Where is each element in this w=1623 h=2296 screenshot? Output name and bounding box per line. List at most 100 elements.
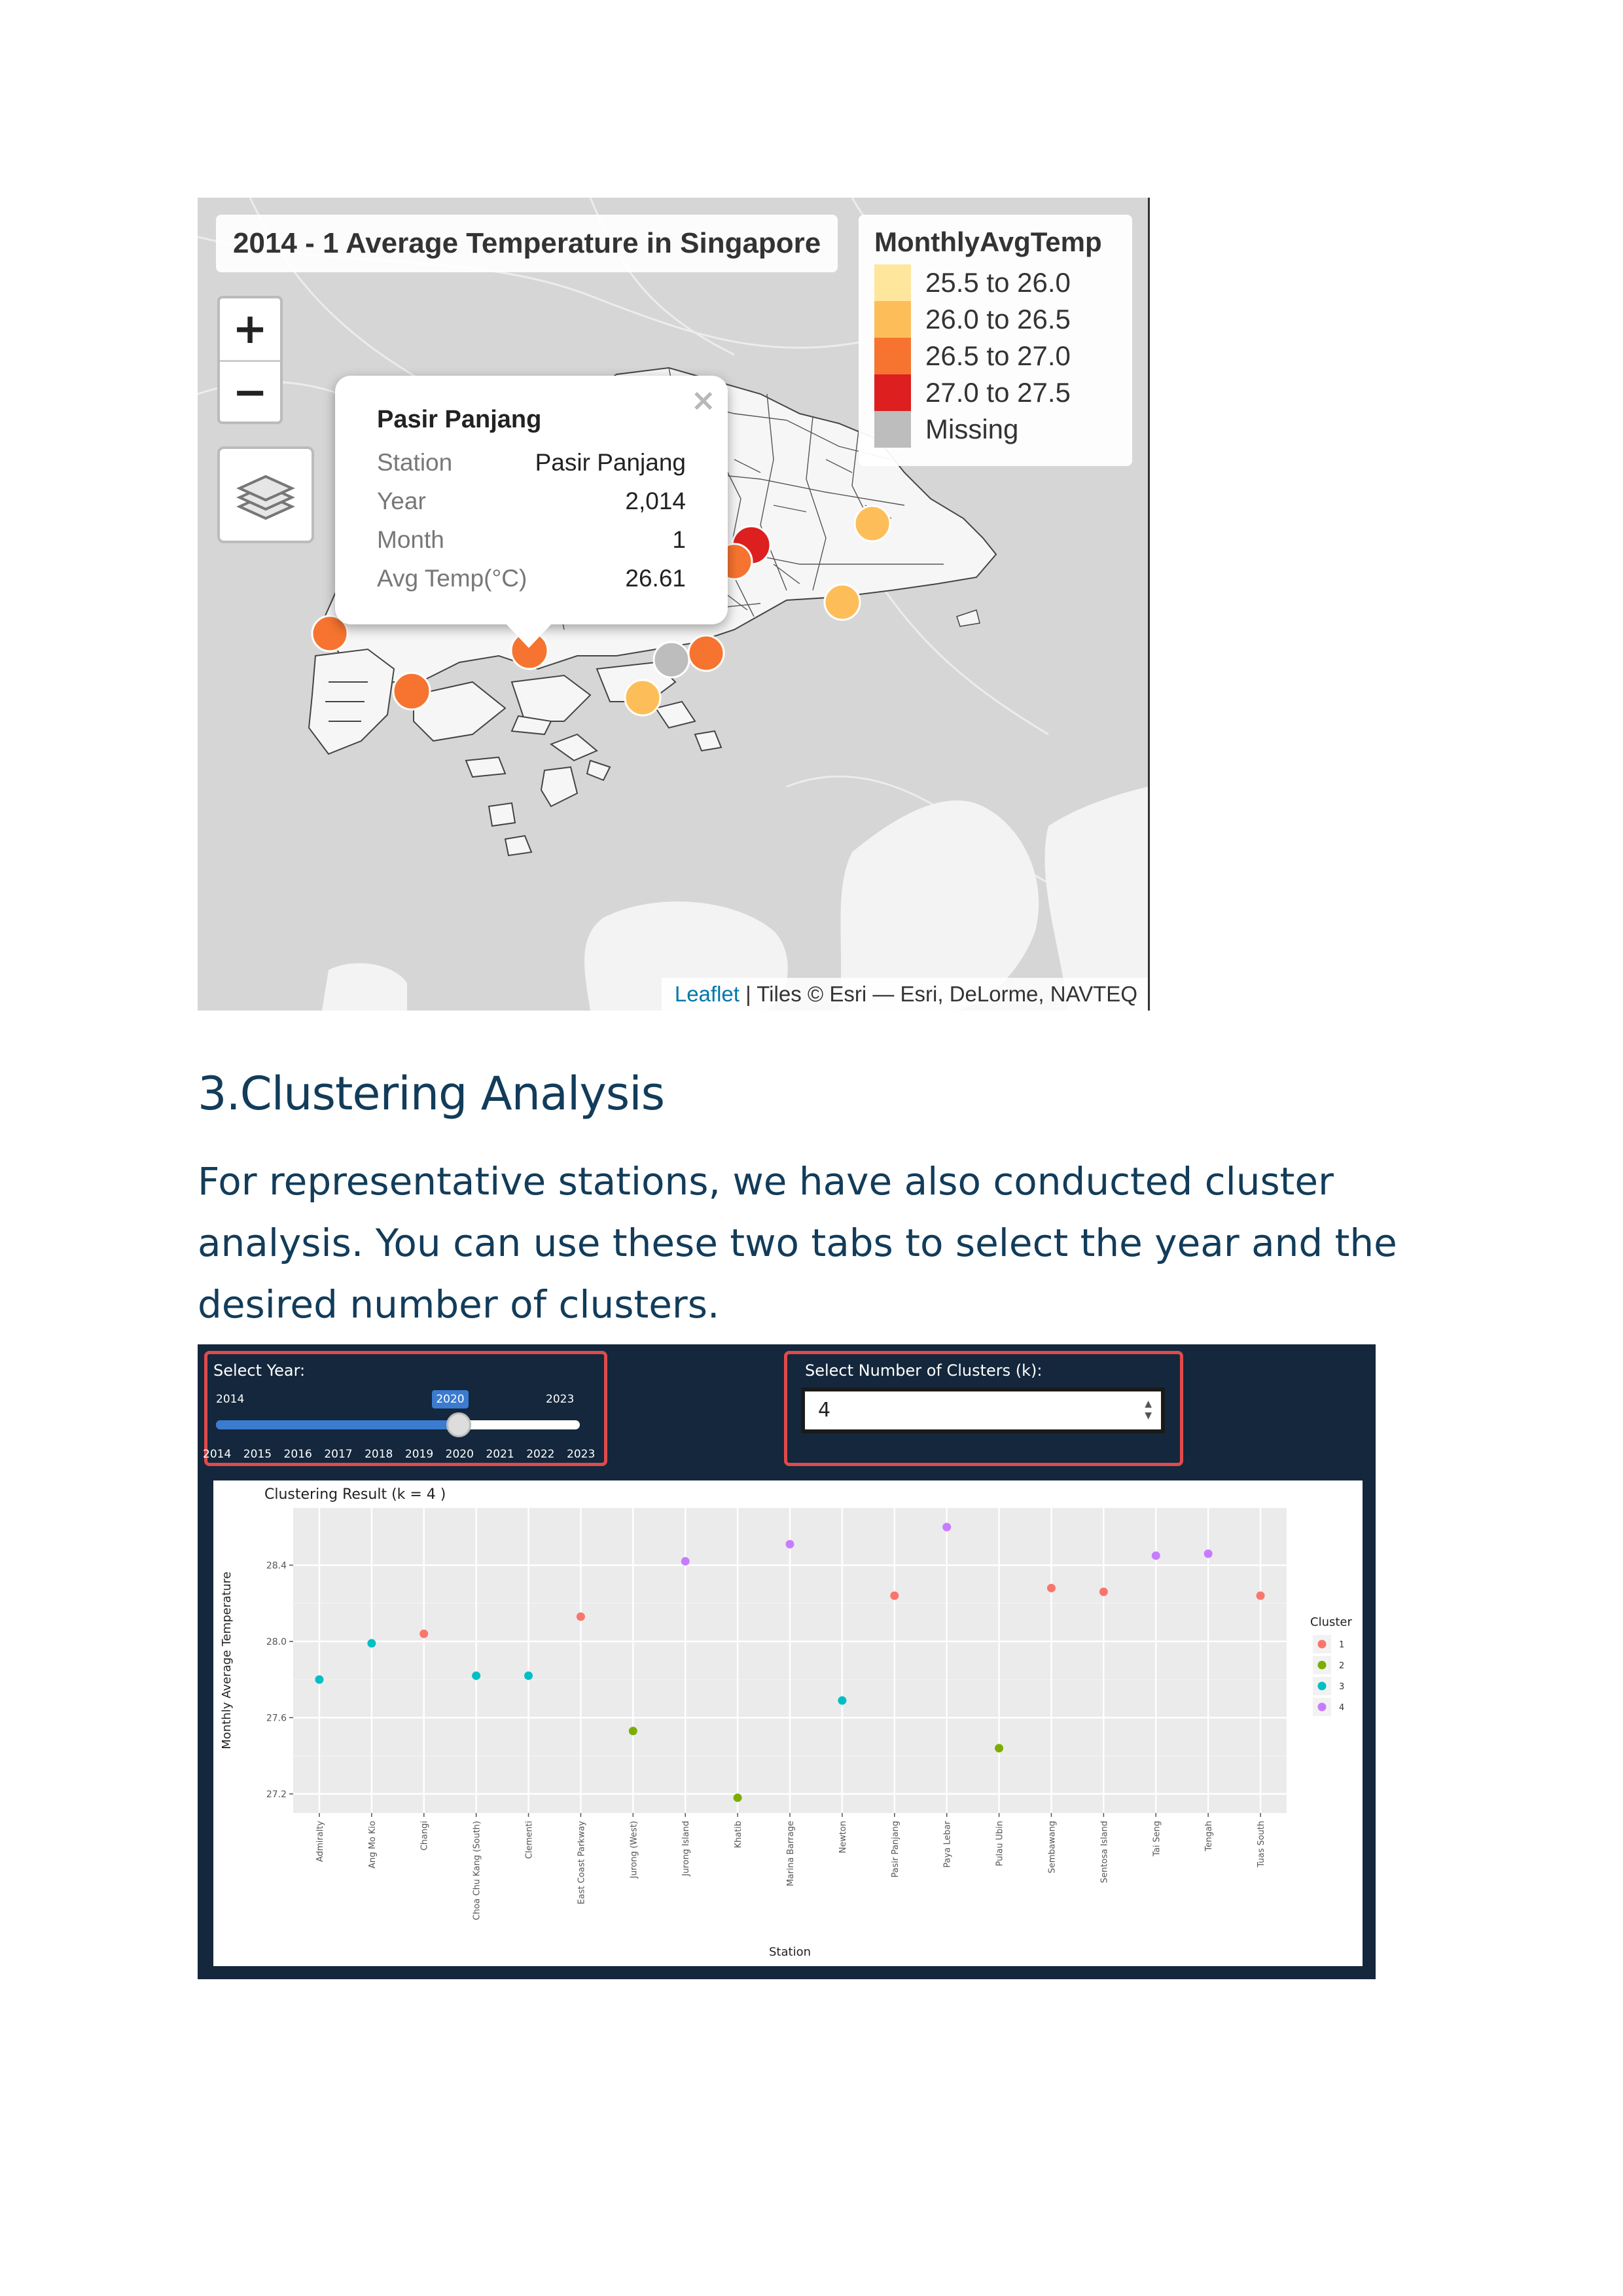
k-input[interactable]: 4 ▲ ▼ [801,1388,1165,1433]
x-tick-label: Newton [838,1821,848,1854]
popup-row: Year 2,014 [377,482,686,520]
y-tick-label: 27.6 [266,1713,287,1723]
popup-row: Avg Temp(°C) 26.61 [377,559,686,598]
data-point [838,1696,847,1705]
y-tick-label: 27.2 [266,1789,287,1800]
k-value: 4 [818,1399,831,1422]
station-marker[interactable] [853,505,891,543]
data-point [576,1612,585,1621]
year-min-label: 2014 [216,1393,245,1406]
x-tick-label: Pasir Panjang [891,1821,901,1878]
legend-label: 25.5 to 26.0 [925,267,1071,298]
x-tick-label: Sembawang [1047,1821,1057,1873]
legend-label: 4 [1339,1703,1344,1713]
slider-tick-label: 2020 [445,1448,474,1461]
popup-heading: Pasir Panjang [377,406,542,433]
singapore-temperature-map[interactable]: 2014 - 1 Average Temperature in Singapor… [198,198,1150,1011]
popup-tip [505,623,552,648]
legend-swatch [874,338,911,374]
x-tick-label: Clementi [525,1821,535,1859]
popup-value: 26.61 [625,565,686,592]
x-tick-label: Choa Chu Kang (South) [473,1821,482,1920]
legend-swatch [874,374,911,411]
slider-tick-label: 2023 [567,1448,596,1461]
data-point [681,1557,690,1566]
x-axis-label: Station [769,1945,811,1959]
legend-swatch [1317,1660,1327,1670]
layers-button[interactable] [217,446,314,543]
data-point [1204,1549,1213,1558]
legend-item: 26.0 to 26.5 [874,301,1116,338]
popup-close-button[interactable]: × [690,382,716,418]
x-tick-label: Jurong Island [681,1821,691,1876]
slider-tick-label: 2022 [526,1448,555,1461]
slider-handle[interactable] [446,1412,471,1437]
x-tick-label: Khatib [734,1821,743,1848]
x-tick-label: Changi [420,1821,430,1850]
station-marker[interactable] [624,679,662,717]
popup-key: Year [377,488,426,514]
popup-row: Month 1 [377,520,686,559]
station-marker[interactable] [687,634,725,672]
zoom-in-button[interactable]: + [220,298,280,362]
x-tick-label: Tengah [1204,1821,1214,1852]
year-max-label: 2023 [546,1393,575,1406]
plot-panel: 27.2 27.6 28.0 28.4 Admiralty Ang Mo Kio Chang… [213,1480,1363,1966]
station-marker[interactable] [392,672,431,711]
map-attribution: Leaflet | Tiles © Esri — Esri, DeLorme, … [661,978,1148,1011]
section-paragraph: For representative stations, we have als… [198,1159,1397,1327]
x-tick-label: Sentosa Island [1099,1821,1109,1883]
x-tick-label: Tai Seng [1152,1821,1162,1857]
legend-label: 27.0 to 27.5 [925,377,1071,408]
slider-tick-labels: 2014 2015 2016 2017 2018 2019 2020 2021 2022 2023 [203,1448,595,1462]
year-slider[interactable] [216,1412,580,1439]
x-tick-label: Jurong (West) [629,1821,639,1879]
popup-row: Station Pasir Panjang [377,443,686,482]
legend-item: Missing [874,411,1116,448]
legend-item: 25.5 to 26.0 [874,264,1116,301]
leaflet-link[interactable]: Leaflet [675,982,740,1006]
y-tick-label: 28.4 [266,1560,287,1571]
zoom-out-button[interactable]: − [220,362,280,423]
x-tick-label: Pulau Ubin [995,1821,1005,1866]
cluster-scatter-chart: 27.2 27.6 28.0 28.4 Admiralty Ang Mo Kio Chang… [220,1486,1352,1959]
slider-tick-label: 2019 [404,1448,434,1461]
legend-title: MonthlyAvgTemp [874,226,1102,257]
legend-label: 2 [1339,1661,1344,1671]
popup-value: 2,014 [625,488,686,514]
x-tick-label: Paya Lebar [943,1820,953,1867]
layers-icon [236,475,295,520]
legend-swatch [1317,1702,1327,1712]
k-stepper[interactable]: ▲ ▼ [1145,1398,1152,1422]
station-marker[interactable] [823,583,861,621]
x-tick-label: Admiralty [315,1821,325,1862]
map-legend: MonthlyAvgTemp 25.5 to 26.0 26.0 to 26.5… [859,215,1132,466]
data-point [1099,1587,1108,1596]
map-title: 2014 - 1 Average Temperature in Singapor… [216,215,838,272]
data-point [1151,1551,1160,1560]
attribution-text: | Tiles © Esri — Esri, DeLorme, NAVTEQ [739,982,1137,1006]
legend-swatch [1317,1681,1327,1691]
data-point [995,1744,1004,1753]
popup-value: 1 [672,526,686,553]
legend-title: Cluster [1310,1615,1352,1629]
popup-key: Station [377,449,453,476]
slider-tick-label: 2017 [324,1448,353,1461]
legend-swatch [1317,1640,1327,1649]
slider-tick-label: 2014 [203,1448,232,1461]
clustering-dashboard: Select Year: 2014 2023 2020 2014 2015 2016… [198,1344,1376,1979]
station-marker[interactable] [652,641,690,679]
popup-key: Avg Temp(°C) [377,565,527,592]
legend-swatch [874,264,911,301]
data-point [628,1727,637,1736]
popup-value: Pasir Panjang [535,449,686,476]
data-point [1256,1591,1265,1600]
slider-fill [216,1420,459,1429]
chart-title: Clustering Result (k = 4 ) [264,1486,446,1503]
x-tick-label: Marina Barrage [786,1821,796,1886]
legend-label: 1 [1339,1640,1344,1650]
year-selected-badge: 2020 [432,1390,469,1408]
legend-swatch [874,411,911,448]
legend-label: 26.0 to 26.5 [925,304,1071,334]
y-axis-label: Monthly Average Temperature [220,1571,234,1749]
